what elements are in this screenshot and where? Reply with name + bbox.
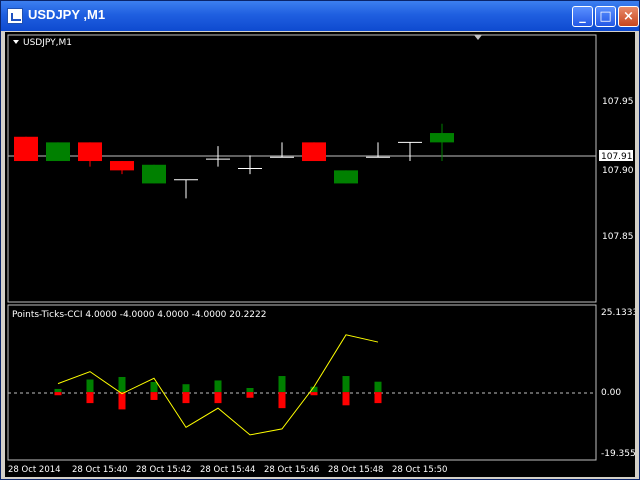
time-axis-label: 28 Oct 15:42: [136, 465, 191, 475]
indicator-bar-positive: [150, 382, 158, 393]
indicator-bar-positive: [278, 376, 286, 393]
candle-body: [430, 133, 454, 143]
indicator-bar-positive: [214, 380, 222, 393]
indicator-axis-label: 25.1333: [601, 308, 635, 318]
time-axis-label: 28 Oct 15:48: [328, 465, 383, 475]
candle-body: [302, 142, 326, 162]
indicator-bar-positive: [182, 384, 190, 393]
indicator-label: Points-Ticks-CCI 4.0000 -4.0000 4.0000 -…: [12, 310, 266, 320]
indicator-bar-positive: [54, 388, 62, 393]
candle-body: [142, 164, 166, 184]
indicator-bar-positive: [342, 376, 350, 393]
candle-body: [110, 161, 134, 171]
indicator-bar-negative: [310, 392, 318, 396]
time-axis-label: 28 Oct 2014: [8, 465, 61, 475]
chart-icon: [7, 8, 23, 24]
maximize-button[interactable]: □: [595, 6, 616, 27]
current-price-label: 107.91: [601, 152, 633, 162]
indicator-bar-negative: [54, 392, 62, 396]
terminal-window: USDJPY ,M1 _ □ × USDJPY,M1 Points-Ticks-…: [0, 0, 640, 480]
indicator-axis-label: -19.3556: [601, 449, 635, 459]
time-axis-label: 28 Oct 15:46: [264, 465, 319, 475]
price-axis-label: 107.90: [602, 166, 634, 176]
candle-body: [334, 170, 358, 184]
candle-body: [78, 142, 102, 162]
time-axis-label: 28 Oct 15:44: [200, 465, 255, 475]
indicator-bar-positive: [246, 387, 254, 393]
close-button[interactable]: ×: [618, 6, 639, 27]
indicator-bar-negative: [182, 392, 190, 404]
chart-area[interactable]: USDJPY,M1 Points-Ticks-CCI 4.0000 -4.000…: [5, 32, 635, 477]
indicator-bar-negative: [150, 392, 158, 400]
price-axis-label: 107.95: [602, 97, 634, 107]
indicator-bar-positive: [374, 381, 382, 393]
indicator-bar-negative: [278, 392, 286, 409]
time-axis: 28 Oct 2014 28 Oct 15:40 28 Oct 15:42 28…: [8, 465, 447, 475]
time-axis-label: 28 Oct 15:50: [392, 465, 447, 475]
candle-body: [14, 136, 38, 162]
indicator-bar-negative: [374, 392, 382, 404]
indicator-bar-negative: [118, 392, 126, 410]
minimize-button[interactable]: _: [572, 6, 593, 27]
price-axis-label: 107.85: [602, 232, 634, 242]
indicator-bar-negative: [86, 392, 94, 404]
indicator-bar-negative: [214, 392, 222, 404]
indicator-bar-negative: [342, 392, 350, 406]
indicator-bar-positive: [86, 379, 94, 393]
price-pane[interactable]: [7, 34, 597, 303]
indicator-axis-label: 0.00: [601, 388, 621, 398]
indicator-bar-positive: [118, 376, 126, 393]
window-title: USDJPY ,M1: [28, 7, 106, 22]
indicator-pane[interactable]: [7, 304, 597, 461]
candle-body: [46, 142, 70, 162]
time-axis-label: 28 Oct 15:40: [72, 465, 127, 475]
indicator-bar-negative: [246, 392, 254, 398]
symbol-label: USDJPY,M1: [23, 38, 72, 48]
title-bar[interactable]: USDJPY ,M1 _ □ ×: [1, 1, 639, 31]
chart-canvas[interactable]: USDJPY,M1 Points-Ticks-CCI 4.0000 -4.000…: [5, 32, 635, 477]
